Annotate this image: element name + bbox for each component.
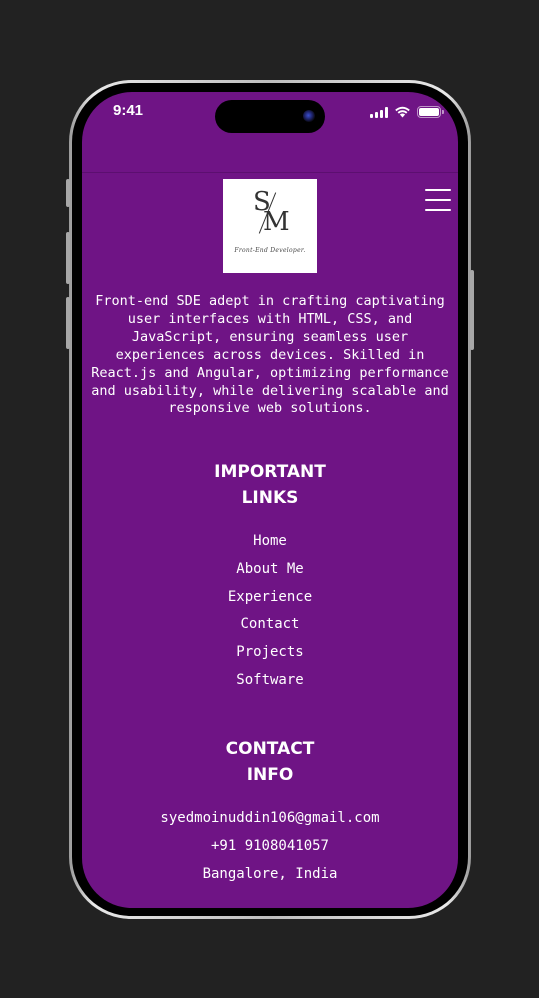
logo-tagline: Front-End Developer. [234,247,306,254]
link-experience[interactable]: Experience [228,589,312,605]
link-about-me[interactable]: About Me [236,561,303,577]
important-links-list: Home About Me Experience Contact Project… [82,528,458,695]
heading-line: LINKS [241,488,299,508]
status-time: 9:41 [113,102,144,119]
contact-location: Bangalore, India [202,865,338,882]
battery-icon [417,106,444,118]
phone-screen: 9:41 S M Front-End Developer. Front-end … [82,92,458,908]
contact-email-link[interactable]: syedmoinuddin106@gmail.com [160,810,379,826]
important-links-heading: IMPORTANT LINKS [82,459,458,511]
logo[interactable]: S M Front-End Developer. [223,179,317,273]
list-item: Experience [82,584,458,612]
action-button [66,179,70,207]
link-home[interactable]: Home [253,533,287,549]
heading-line: INFO [246,765,294,785]
list-item: Bangalore, India [82,861,458,889]
signal-icon [370,106,388,118]
contact-phone-link[interactable]: +91 9108041057 [211,838,329,854]
list-item: syedmoinuddin106@gmail.com [82,805,458,833]
contact-info-list: syedmoinuddin106@gmail.com +91 910804105… [82,805,458,888]
link-software[interactable]: Software [236,672,303,688]
heading-line: IMPORTANT [214,462,326,482]
intro-text: Front-end SDE adept in crafting captivat… [91,293,449,417]
list-item: About Me [82,556,458,584]
list-item: Software [82,667,458,695]
list-item: Projects [82,639,458,667]
header-divider [82,172,458,173]
list-item: Contact [82,611,458,639]
hamburger-menu-icon[interactable] [423,189,453,211]
power-button [470,270,474,350]
list-item: Home [82,528,458,556]
heading-line: CONTACT [225,739,315,759]
camera-icon [303,110,315,122]
logo-initial-m: M [263,207,290,237]
status-icons [370,105,444,119]
link-contact[interactable]: Contact [240,616,299,632]
wifi-icon [395,106,410,118]
volume-down-button [66,297,70,349]
dynamic-island [215,100,325,133]
link-projects[interactable]: Projects [236,644,303,660]
contact-info-heading: CONTACT INFO [82,736,458,788]
list-item: +91 9108041057 [82,833,458,861]
volume-up-button [66,232,70,284]
